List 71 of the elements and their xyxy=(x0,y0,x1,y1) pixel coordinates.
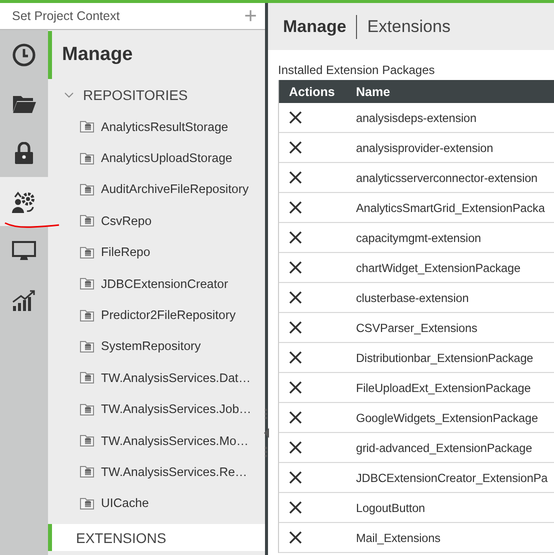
table-cell: chartWidget_ExtensionPackage xyxy=(356,260,520,274)
repository-item[interactable]: SystemRepository xyxy=(48,330,265,362)
chevron-down-icon xyxy=(64,92,74,98)
table-cell: capacitymgmt-extension xyxy=(356,230,481,244)
lock-icon xyxy=(14,142,34,164)
annotation-underline xyxy=(3,221,61,229)
repository-icon xyxy=(80,152,95,165)
delete-icon[interactable] xyxy=(289,411,302,424)
repository-icon xyxy=(80,120,95,134)
table-cell: Distributionbar_ExtensionPackage xyxy=(356,350,534,364)
repository-icon xyxy=(80,371,95,384)
repository-item[interactable]: AnalyticsUploadStorage xyxy=(48,142,265,174)
repository-item[interactable]: UICache xyxy=(48,488,265,520)
repository-icon xyxy=(80,340,95,353)
repository-icon xyxy=(80,465,95,478)
section-header[interactable]: REPOSITORIES xyxy=(48,79,265,111)
table-caption: Installed Extension Packages xyxy=(277,62,436,79)
table-cell: grid-advanced_ExtensionPackage xyxy=(356,440,532,454)
page-title: Manage xyxy=(283,14,358,38)
table-cell: analysisprovider-extension xyxy=(356,140,494,154)
column-header: Actions xyxy=(288,84,336,98)
table-cell: FileUploadExt_ExtensionPackage xyxy=(356,380,531,394)
clock-icon xyxy=(12,42,36,66)
folder-icon xyxy=(12,94,36,114)
delete-icon[interactable] xyxy=(289,141,302,154)
delete-icon[interactable] xyxy=(289,171,302,184)
repository-icon xyxy=(80,182,95,196)
repository-item[interactable]: Predictor2FileRepository xyxy=(48,299,265,331)
section-header[interactable]: EXTENSIONS xyxy=(48,524,265,552)
delete-icon[interactable] xyxy=(289,201,302,214)
repository-icon xyxy=(80,246,95,259)
repository-item[interactable]: TW.AnalysisServices.Job… xyxy=(48,394,265,425)
repository-item[interactable]: FileRepo xyxy=(48,236,265,268)
table-cell: clusterbase-extension xyxy=(356,290,469,304)
delete-icon[interactable] xyxy=(289,501,302,514)
delete-icon[interactable] xyxy=(289,381,302,394)
delete-icon[interactable] xyxy=(289,321,302,334)
column-header: Name xyxy=(356,84,390,98)
table-cell: AnalyticsSmartGrid_ExtensionPacka xyxy=(356,200,545,214)
user-gear-icon xyxy=(12,190,36,212)
monitor-icon xyxy=(12,240,36,260)
growth-chart-icon xyxy=(12,288,36,310)
repository-item[interactable]: AuditArchiveFileRepository xyxy=(48,174,265,206)
delete-icon[interactable] xyxy=(289,441,302,454)
repository-item[interactable]: TW.AnalysisServices.Re… xyxy=(48,456,265,488)
repository-item[interactable]: TW.AnalysisServices.Dat… xyxy=(48,362,265,394)
repository-icon xyxy=(80,277,95,290)
table-cell: CSVParser_Extensions xyxy=(356,320,478,334)
repository-icon xyxy=(80,214,95,228)
repository-item[interactable]: JDBCExtensionCreator xyxy=(48,268,265,300)
delete-icon[interactable] xyxy=(289,531,302,544)
table-cell: Mail_Extensions xyxy=(356,530,440,544)
delete-icon[interactable] xyxy=(289,351,302,364)
delete-icon[interactable] xyxy=(289,231,302,244)
repository-item[interactable]: CsvRepo xyxy=(48,205,265,237)
page-subtitle: Extensions xyxy=(366,16,450,36)
table-cell: analysisdeps-extension xyxy=(356,110,476,124)
repository-icon xyxy=(80,402,95,416)
delete-icon[interactable] xyxy=(289,261,302,274)
delete-icon[interactable] xyxy=(289,471,302,484)
table-cell: GoogleWidgets_ExtensionPackage xyxy=(356,410,538,424)
table-cell: JDBCExtensionCreator_ExtensionPa xyxy=(356,470,548,484)
table-cell: LogoutButton xyxy=(356,500,425,514)
delete-icon[interactable] xyxy=(289,111,302,124)
repository-icon xyxy=(80,308,95,322)
delete-icon[interactable] xyxy=(289,291,302,304)
repository-item[interactable]: AnalyticsResultStorage xyxy=(48,111,265,142)
repository-icon xyxy=(80,496,95,510)
table-cell: analyticsserverconnector-extension xyxy=(356,170,538,184)
repository-icon xyxy=(80,434,95,448)
repository-item[interactable]: TW.AnalysisServices.Mo… xyxy=(48,424,265,456)
